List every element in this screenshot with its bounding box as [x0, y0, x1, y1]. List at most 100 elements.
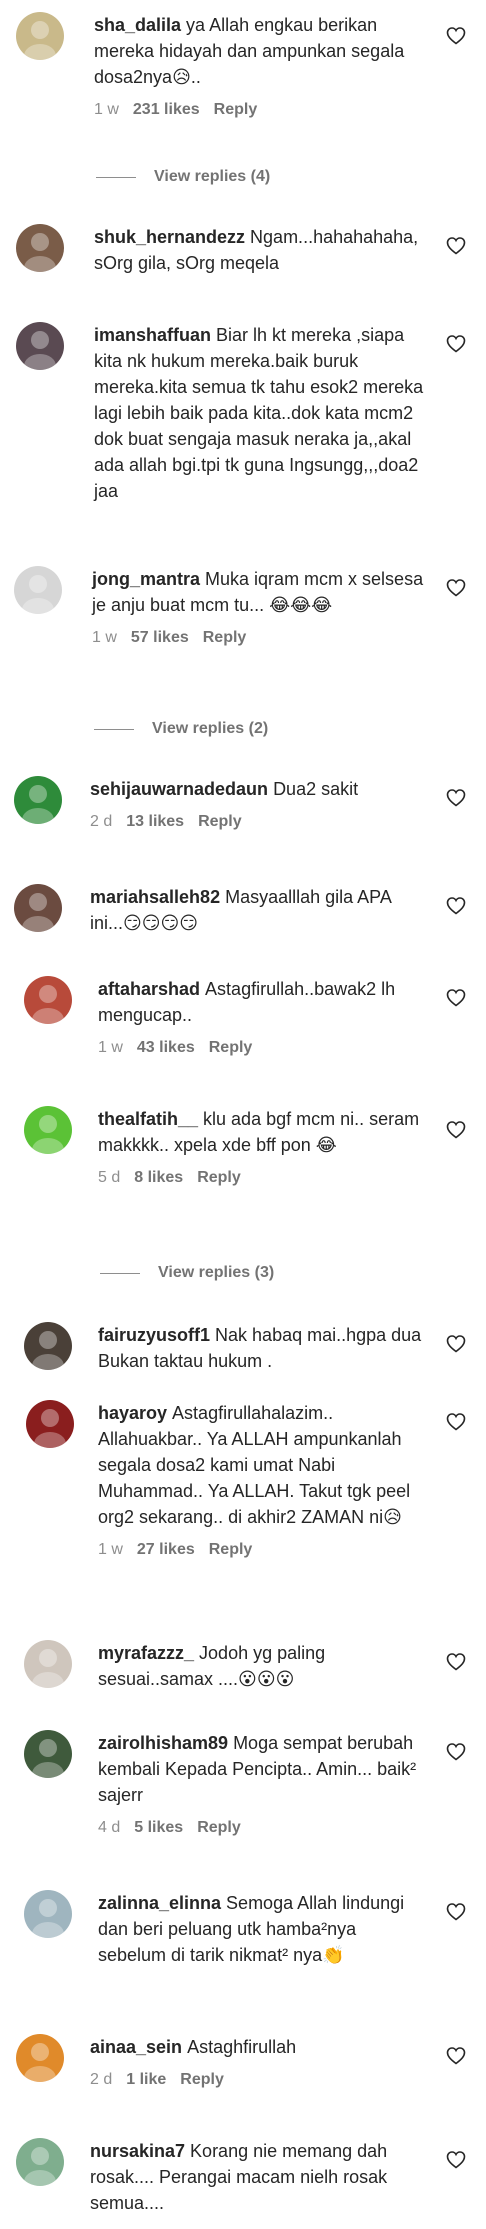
like-heart-icon[interactable]	[446, 988, 466, 1008]
username-link[interactable]: sehijauwarnadedaun	[90, 779, 268, 799]
comment-text-block: jong_mantra Muka iqram mcm x selsesa je a…	[92, 566, 428, 618]
comment-text-block: hayaroy Astagfirullahalazim.. Allahuakbar…	[98, 1400, 428, 1530]
comment-text-block: sehijauwarnadedaun Dua2 sakit	[90, 776, 428, 802]
username-link[interactable]: myrafazzz_	[98, 1643, 194, 1663]
reply-button[interactable]: Reply	[214, 101, 258, 118]
like-heart-icon[interactable]	[446, 1334, 466, 1354]
comment-body: myrafazzz_ Jodoh yg paling sesuai..samax …	[98, 1640, 428, 1692]
username-link[interactable]: jong_mantra	[92, 569, 200, 589]
comment-timestamp: 1 w	[94, 101, 119, 118]
reply-button[interactable]: Reply	[180, 2071, 224, 2088]
comment-body: sha_dalila ya Allah engkau berikan mereka…	[94, 12, 428, 120]
username-link[interactable]: zalinna_elinna	[98, 1893, 221, 1913]
comment-meta: 1 w 231 likes Reply	[94, 100, 428, 120]
view-replies-button[interactable]: View replies (2)	[94, 720, 268, 738]
like-heart-icon[interactable]	[446, 236, 466, 256]
comment-body: ainaa_sein Astaghfirullah 2 d 1 like Reply	[90, 2034, 428, 2090]
view-replies-label: View replies (4)	[154, 168, 271, 185]
reply-button[interactable]: Reply	[209, 1039, 253, 1056]
username-link[interactable]: fairuzyusoff1	[98, 1325, 210, 1345]
comment-meta: 1 w 27 likes Reply	[98, 1540, 428, 1560]
avatar[interactable]	[24, 1890, 72, 1938]
like-heart-icon[interactable]	[446, 788, 466, 808]
username-link[interactable]: imanshaffuan	[94, 325, 211, 345]
username-link[interactable]: ainaa_sein	[90, 2037, 182, 2057]
comment-text-block: ainaa_sein Astaghfirullah	[90, 2034, 428, 2060]
comment-body: hayaroy Astagfirullahalazim.. Allahuakbar…	[98, 1400, 428, 1560]
username-link[interactable]: aftaharshad	[98, 979, 200, 999]
comment-body: shuk_hernandezz Ngam...hahahahaha, sOrg g…	[94, 224, 428, 276]
view-replies-button[interactable]: View replies (3)	[100, 1264, 274, 1282]
like-heart-icon[interactable]	[446, 2046, 466, 2066]
username-link[interactable]: hayaroy	[98, 1403, 167, 1423]
avatar[interactable]	[24, 1322, 72, 1370]
comment-text-block: thealfatih__ klu ada bgf mcm ni.. seram m…	[98, 1106, 428, 1158]
username-link[interactable]: thealfatih__	[98, 1109, 198, 1129]
comment-meta: 1 w 43 likes Reply	[98, 1038, 428, 1058]
avatar[interactable]	[16, 224, 64, 272]
comment-body: jong_mantra Muka iqram mcm x selsesa je a…	[92, 566, 428, 648]
reply-button[interactable]: Reply	[209, 1541, 253, 1558]
comment-meta: 2 d 13 likes Reply	[90, 812, 428, 832]
username-link[interactable]: sha_dalila	[94, 15, 181, 35]
view-replies-label: View replies (2)	[152, 720, 269, 737]
comment-text-block: fairuzyusoff1 Nak habaq mai..hgpa dua Buk…	[98, 1322, 428, 1374]
comment-text-block: zairolhisham89 Moga sempat berubah kembal…	[98, 1730, 428, 1808]
like-heart-icon[interactable]	[446, 1120, 466, 1140]
like-count[interactable]: 43 likes	[137, 1039, 195, 1056]
avatar[interactable]	[14, 566, 62, 614]
like-heart-icon[interactable]	[446, 26, 466, 46]
comment-text-block: zalinna_elinna Semoga Allah lindungi dan …	[98, 1890, 428, 1968]
avatar[interactable]	[24, 1730, 72, 1778]
like-heart-icon[interactable]	[446, 896, 466, 916]
like-count[interactable]: 57 likes	[131, 629, 189, 646]
avatar[interactable]	[26, 1400, 74, 1448]
avatar[interactable]	[24, 1640, 72, 1688]
reply-button[interactable]: Reply	[203, 629, 247, 646]
avatar[interactable]	[16, 2138, 64, 2186]
comment-meta: 4 d 5 likes Reply	[98, 1818, 428, 1838]
comment-text-block: sha_dalila ya Allah engkau berikan mereka…	[94, 12, 428, 90]
reply-button[interactable]: Reply	[197, 1169, 241, 1186]
username-link[interactable]: nursakina7	[90, 2141, 185, 2161]
avatar[interactable]	[24, 976, 72, 1024]
comment-timestamp: 5 d	[98, 1169, 121, 1186]
view-replies-button[interactable]: View replies (4)	[96, 168, 270, 186]
comment-timestamp: 2 d	[90, 813, 113, 830]
avatar[interactable]	[16, 2034, 64, 2082]
like-heart-icon[interactable]	[446, 334, 466, 354]
comment-text: Dua2 sakit	[273, 779, 359, 799]
comment-body: thealfatih__ klu ada bgf mcm ni.. seram m…	[98, 1106, 428, 1188]
like-heart-icon[interactable]	[446, 1902, 466, 1922]
username-link[interactable]: mariahsalleh82	[90, 887, 220, 907]
avatar[interactable]	[16, 322, 64, 370]
reply-button[interactable]: Reply	[197, 1819, 241, 1836]
like-count[interactable]: 27 likes	[137, 1541, 195, 1558]
like-count[interactable]: 8 likes	[134, 1169, 183, 1186]
comment-text-block: imanshaffuan Biar lh kt mereka ,siapa kit…	[94, 322, 428, 504]
avatar[interactable]	[14, 884, 62, 932]
like-count[interactable]: 231 likes	[133, 101, 200, 118]
username-link[interactable]: zairolhisham89	[98, 1733, 228, 1753]
like-heart-icon[interactable]	[446, 578, 466, 598]
like-count[interactable]: 1 like	[126, 2071, 166, 2088]
comment-body: aftaharshad Astagfirullah..bawak2 lh meng…	[98, 976, 428, 1058]
comment-meta: 1 w 57 likes Reply	[92, 628, 428, 648]
comment-timestamp: 1 w	[98, 1541, 123, 1558]
like-heart-icon[interactable]	[446, 1652, 466, 1672]
comment-body: imanshaffuan Biar lh kt mereka ,siapa kit…	[94, 322, 428, 504]
comment-text: Biar lh kt mereka ,siapa kita nk hukum m…	[94, 325, 424, 501]
reply-button[interactable]: Reply	[198, 813, 242, 830]
username-link[interactable]: shuk_hernandezz	[94, 227, 245, 247]
like-heart-icon[interactable]	[446, 1412, 466, 1432]
like-count[interactable]: 13 likes	[126, 813, 184, 830]
like-count[interactable]: 5 likes	[134, 1819, 183, 1836]
comment-timestamp: 2 d	[90, 2071, 113, 2088]
comment-text-block: aftaharshad Astagfirullah..bawak2 lh meng…	[98, 976, 428, 1028]
like-heart-icon[interactable]	[446, 1742, 466, 1762]
avatar[interactable]	[24, 1106, 72, 1154]
like-heart-icon[interactable]	[446, 2150, 466, 2170]
avatar[interactable]	[16, 12, 64, 60]
avatar[interactable]	[14, 776, 62, 824]
comment-meta: 2 d 1 like Reply	[90, 2070, 428, 2090]
